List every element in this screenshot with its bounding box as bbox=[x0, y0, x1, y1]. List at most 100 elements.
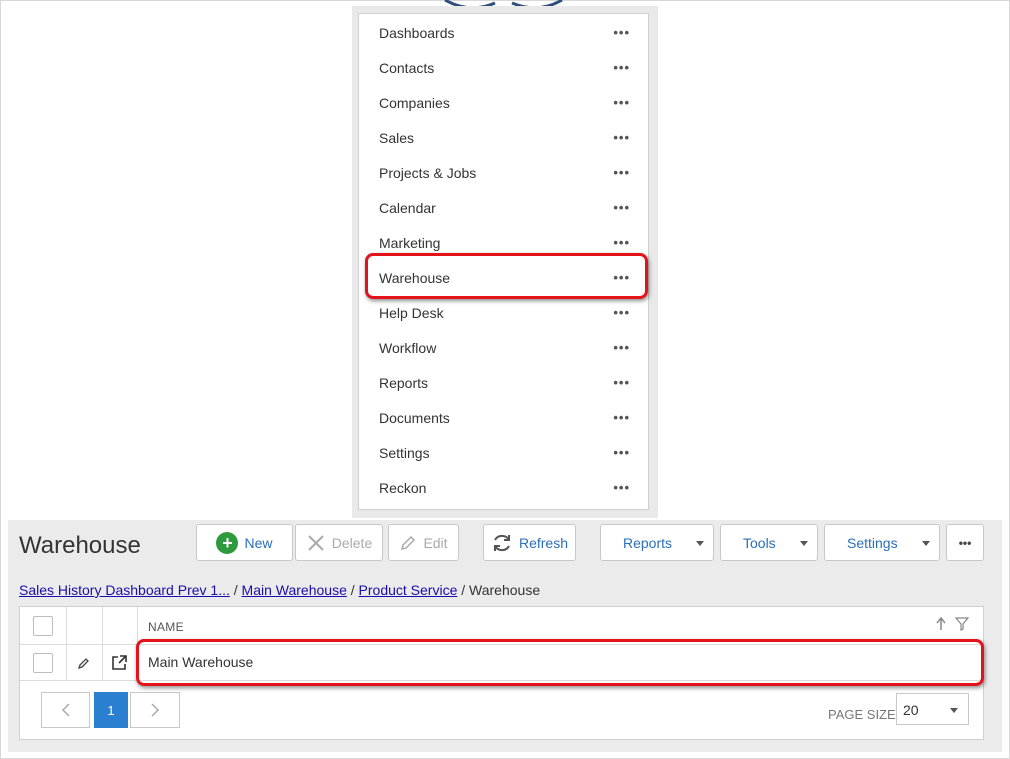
menu-item-label: Companies bbox=[379, 94, 450, 111]
breadcrumb-separator: / bbox=[350, 582, 355, 598]
nav-menu: Dashboards ••• Contacts ••• Companies ••• S… bbox=[358, 13, 649, 510]
data-grid: NAME Main Warehouse 1 PAGE SIZE 20 bbox=[19, 606, 984, 740]
menu-item-reckon[interactable]: Reckon ••• bbox=[359, 470, 648, 505]
breadcrumb-link[interactable]: Sales History Dashboard Prev 1... bbox=[19, 582, 230, 598]
breadcrumb-separator: / bbox=[233, 582, 238, 598]
delete-button[interactable]: Delete bbox=[295, 524, 383, 561]
select-all-checkbox[interactable] bbox=[33, 616, 53, 636]
column-header-actions bbox=[935, 617, 969, 631]
column-divider bbox=[102, 607, 103, 645]
column-divider bbox=[137, 607, 138, 645]
external-link-icon[interactable] bbox=[111, 654, 128, 671]
more-icon[interactable]: ••• bbox=[613, 375, 630, 390]
menu-item-workflow[interactable]: Workflow ••• bbox=[359, 330, 648, 365]
more-icon[interactable]: ••• bbox=[613, 340, 630, 355]
breadcrumb: Sales History Dashboard Prev 1... / Main… bbox=[19, 582, 540, 598]
more-icon[interactable]: ••• bbox=[613, 200, 630, 215]
menu-item-help-desk[interactable]: Help Desk ••• bbox=[359, 295, 648, 330]
next-page-button[interactable] bbox=[130, 692, 180, 728]
breadcrumb-current: Warehouse bbox=[469, 582, 541, 598]
edit-button[interactable]: Edit bbox=[388, 524, 459, 561]
more-icon[interactable]: ••• bbox=[613, 410, 630, 425]
menu-item-companies[interactable]: Companies ••• bbox=[359, 85, 648, 120]
page-title: Warehouse bbox=[19, 532, 141, 559]
more-icon[interactable]: ••• bbox=[613, 445, 630, 460]
caret-down-icon bbox=[800, 541, 808, 546]
more-icon[interactable]: ••• bbox=[613, 60, 630, 75]
delete-button-label: Delete bbox=[331, 534, 373, 551]
more-icon[interactable]: ••• bbox=[613, 95, 630, 110]
page-size-label: PAGE SIZE bbox=[828, 707, 896, 722]
new-button-label: New bbox=[244, 534, 273, 551]
menu-item-label: Warehouse bbox=[379, 269, 451, 286]
close-icon bbox=[308, 534, 324, 551]
breadcrumb-link[interactable]: Main Warehouse bbox=[242, 582, 347, 598]
reports-dropdown-label: Reports bbox=[623, 534, 673, 551]
column-divider bbox=[102, 645, 103, 681]
more-icon[interactable]: ••• bbox=[613, 480, 630, 495]
menu-item-calendar[interactable]: Calendar ••• bbox=[359, 190, 648, 225]
menu-item-reports[interactable]: Reports ••• bbox=[359, 365, 648, 400]
page-size-value: 20 bbox=[903, 702, 919, 718]
reports-dropdown[interactable]: Reports bbox=[600, 524, 714, 561]
caret-down-icon bbox=[922, 541, 930, 546]
plus-circle-icon: + bbox=[216, 531, 239, 554]
settings-dropdown[interactable]: Settings bbox=[824, 524, 940, 561]
more-options-button[interactable]: ••• bbox=[946, 524, 984, 561]
menu-item-documents[interactable]: Documents ••• bbox=[359, 400, 648, 435]
page-button-current[interactable]: 1 bbox=[94, 692, 128, 728]
tools-dropdown-label: Tools bbox=[743, 534, 776, 551]
menu-item-dashboards[interactable]: Dashboards ••• bbox=[359, 15, 648, 50]
row-checkbox[interactable] bbox=[33, 653, 53, 673]
more-icon[interactable]: ••• bbox=[613, 165, 630, 180]
new-button[interactable]: + New bbox=[196, 524, 293, 561]
menu-item-label: Calendar bbox=[379, 199, 436, 216]
menu-item-label: Reckon bbox=[379, 479, 427, 496]
menu-item-label: Marketing bbox=[379, 234, 441, 251]
edit-button-label: Edit bbox=[423, 534, 448, 551]
pager: 1 PAGE SIZE 20 bbox=[20, 682, 983, 739]
refresh-button[interactable]: Refresh bbox=[483, 524, 576, 561]
page-size-select[interactable]: 20 bbox=[896, 693, 969, 725]
breadcrumb-link[interactable]: Product Service bbox=[359, 582, 458, 598]
refresh-button-label: Refresh bbox=[518, 534, 569, 551]
column-divider bbox=[66, 607, 67, 645]
tools-dropdown[interactable]: Tools bbox=[720, 524, 818, 561]
chevron-left-icon bbox=[61, 703, 70, 717]
menu-item-label: Documents bbox=[379, 409, 450, 426]
menu-item-label: Reports bbox=[379, 374, 429, 391]
caret-down-icon bbox=[950, 708, 958, 713]
column-divider bbox=[66, 645, 67, 681]
menu-item-label: Help Desk bbox=[379, 304, 444, 321]
menu-item-settings[interactable]: Settings ••• bbox=[359, 435, 648, 470]
nav-menu-panel: Dashboards ••• Contacts ••• Companies ••• S… bbox=[352, 6, 658, 518]
pencil-icon bbox=[401, 535, 416, 550]
menu-item-contacts[interactable]: Contacts ••• bbox=[359, 50, 648, 85]
column-divider bbox=[137, 645, 138, 681]
menu-item-sales[interactable]: Sales ••• bbox=[359, 120, 648, 155]
menu-item-marketing[interactable]: Marketing ••• bbox=[359, 225, 648, 260]
menu-item-label: Workflow bbox=[379, 339, 437, 356]
sort-up-icon[interactable] bbox=[935, 617, 947, 631]
filter-icon[interactable] bbox=[955, 617, 969, 631]
row-name-cell[interactable]: Main Warehouse bbox=[148, 654, 253, 670]
more-icon[interactable]: ••• bbox=[613, 130, 630, 145]
menu-item-projects-jobs[interactable]: Projects & Jobs ••• bbox=[359, 155, 648, 190]
caret-down-icon bbox=[696, 541, 704, 546]
more-icon[interactable]: ••• bbox=[613, 270, 630, 285]
more-icon[interactable]: ••• bbox=[613, 235, 630, 250]
menu-item-label: Contacts bbox=[379, 59, 435, 76]
more-icon[interactable]: ••• bbox=[613, 25, 630, 40]
table-row[interactable]: Main Warehouse bbox=[20, 645, 983, 681]
settings-dropdown-label: Settings bbox=[847, 534, 898, 551]
refresh-icon bbox=[493, 534, 510, 551]
column-header-name[interactable]: NAME bbox=[148, 620, 184, 634]
prev-page-button[interactable] bbox=[41, 692, 90, 728]
pencil-icon[interactable] bbox=[77, 656, 91, 670]
grid-header: NAME bbox=[20, 607, 983, 645]
warehouse-panel: Warehouse + New Delete Edit Refresh Repo… bbox=[8, 520, 1002, 752]
more-icon[interactable]: ••• bbox=[613, 305, 630, 320]
menu-item-label: Settings bbox=[379, 444, 430, 461]
menu-item-warehouse[interactable]: Warehouse ••• bbox=[359, 260, 648, 295]
chevron-right-icon bbox=[151, 703, 160, 717]
